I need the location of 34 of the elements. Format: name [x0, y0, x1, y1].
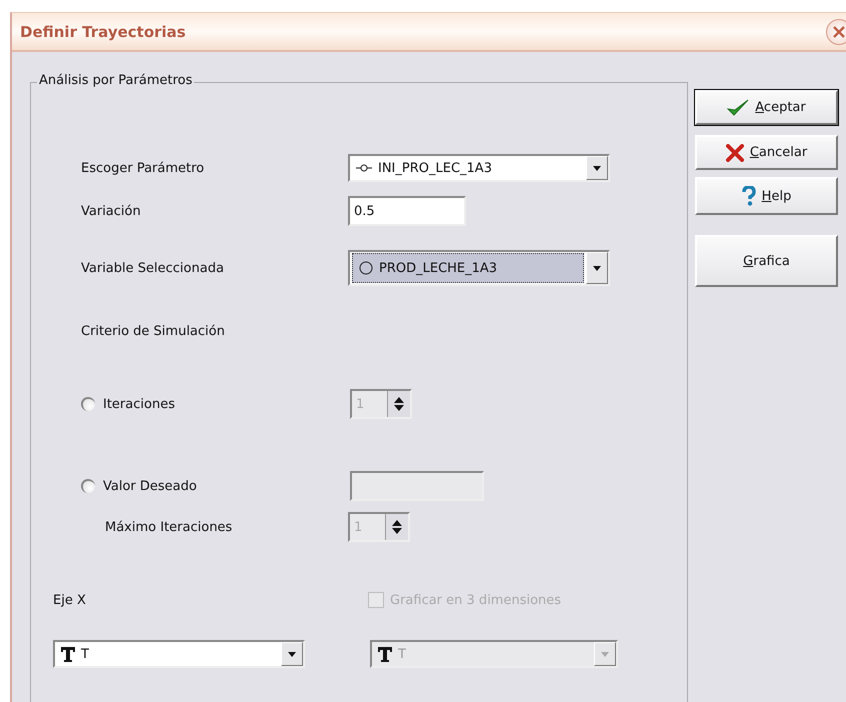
spin-arrows-icon — [394, 397, 404, 411]
radio-label: Valor Deseado — [103, 478, 198, 494]
close-icon — [833, 26, 845, 38]
text-type-icon — [378, 646, 392, 662]
text-type-icon — [61, 646, 75, 662]
section-label: Criterio de Simulación — [81, 324, 226, 339]
radio-label: Iteraciones — [103, 396, 176, 412]
dialog-button[interactable]: Cancelar — [695, 135, 838, 170]
dropdown[interactable]: T — [53, 640, 305, 668]
field-label: Eje X — [53, 592, 87, 608]
field-label: Variable Seleccionada — [81, 260, 225, 276]
dropdown[interactable]: INI_PRO_LEC_1A3 — [348, 154, 610, 182]
checkbox-label: Graficar en 3 dimensiones — [390, 592, 562, 608]
field-label: Variación — [81, 204, 142, 218]
dialog-button[interactable]: Aceptar — [695, 90, 838, 125]
dropdown-arrow-icon — [593, 266, 601, 270]
help-icon — [742, 186, 756, 206]
close-button[interactable] — [826, 18, 846, 44]
dropdown-arrow-icon — [288, 652, 296, 656]
field-label: Escoger Parámetro — [81, 160, 206, 176]
pin-icon — [356, 164, 372, 172]
dropdown-arrow-icon — [601, 652, 609, 656]
dropdown[interactable]: PROD_LECHE_1A3 — [348, 250, 610, 286]
spin-arrows-icon — [392, 520, 402, 534]
dialog-button[interactable]: Help — [695, 177, 838, 215]
checkmark-icon — [727, 98, 750, 118]
dialog-button[interactable]: Grafica — [695, 235, 838, 287]
field-label: Máximo Iteraciones — [105, 520, 234, 534]
dropdown-arrow-icon — [593, 166, 601, 170]
close-icon — [726, 144, 744, 162]
input-field[interactable]: 0.5 — [348, 196, 466, 226]
window-title: Definir Trayectorias — [20, 22, 186, 40]
circle-icon — [359, 261, 373, 275]
group-title: Análisis por Parámetros — [37, 73, 194, 88]
